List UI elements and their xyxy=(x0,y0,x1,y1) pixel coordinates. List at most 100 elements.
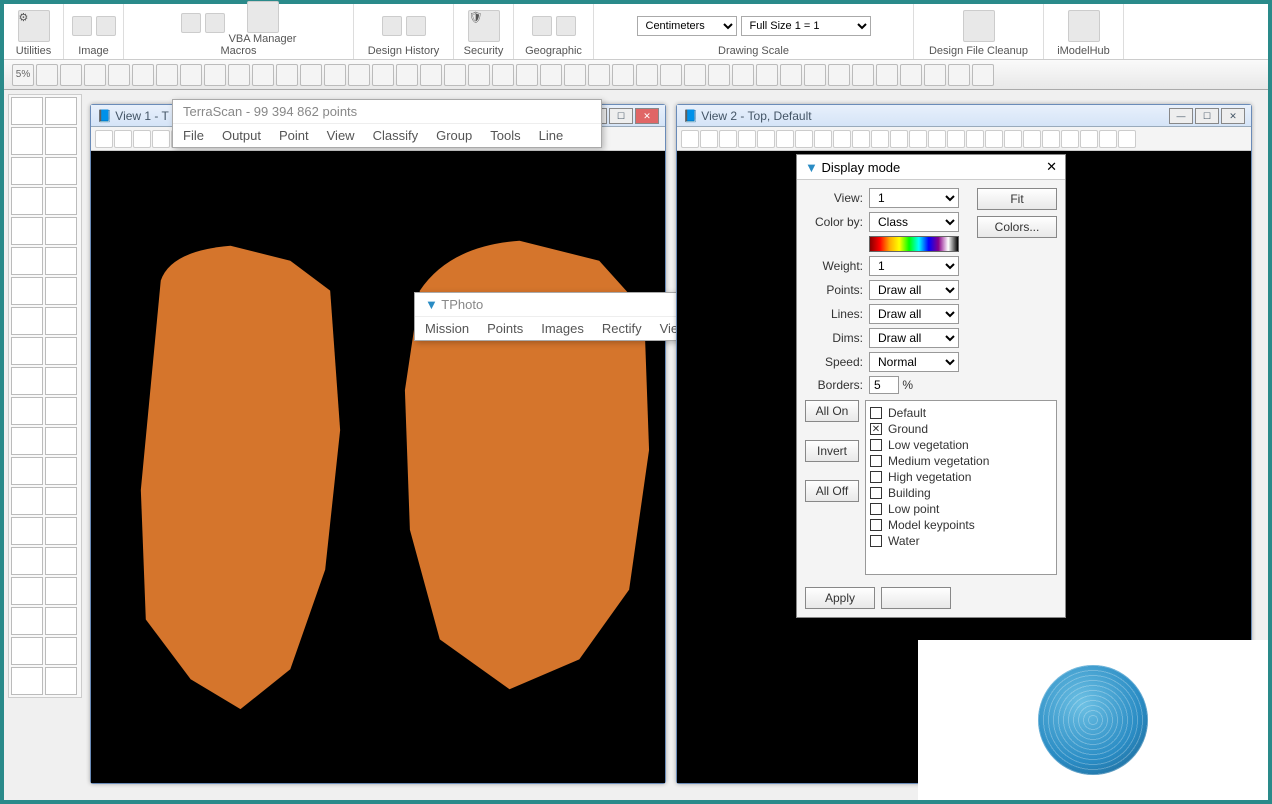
apply-button[interactable]: Apply xyxy=(805,587,875,609)
view-tool-icon[interactable] xyxy=(1080,130,1098,148)
tool-icon[interactable] xyxy=(828,64,850,86)
tool-icon[interactable] xyxy=(516,64,538,86)
weight-select[interactable]: 1 xyxy=(869,256,959,276)
dims-select[interactable]: Draw all xyxy=(869,328,959,348)
palette-tool-icon[interactable] xyxy=(11,577,43,605)
tool-icon[interactable] xyxy=(540,64,562,86)
geo-icon-2[interactable] xyxy=(556,16,576,36)
palette-tool-icon[interactable] xyxy=(45,397,77,425)
tool-icon[interactable] xyxy=(636,64,658,86)
view-tool-icon[interactable] xyxy=(1099,130,1117,148)
colorby-select[interactable]: Class xyxy=(869,212,959,232)
tool-icon[interactable] xyxy=(972,64,994,86)
image-icon[interactable] xyxy=(72,16,92,36)
unit-select[interactable]: Centimeters xyxy=(637,16,737,36)
tool-icon[interactable] xyxy=(684,64,706,86)
view-tool-icon[interactable] xyxy=(738,130,756,148)
view-tool-icon[interactable] xyxy=(114,130,132,148)
palette-tool-icon[interactable] xyxy=(11,517,43,545)
tool-icon[interactable] xyxy=(852,64,874,86)
tool-icon[interactable] xyxy=(708,64,730,86)
checkbox-icon[interactable] xyxy=(870,535,882,547)
palette-tool-icon[interactable] xyxy=(45,577,77,605)
palette-tool-icon[interactable] xyxy=(45,337,77,365)
close-icon[interactable]: ✕ xyxy=(1046,159,1057,175)
class-item[interactable]: Default xyxy=(870,405,1052,421)
view-tool-icon[interactable] xyxy=(814,130,832,148)
menu-line[interactable]: Line xyxy=(539,128,564,143)
view1-viewport[interactable]: for(let i=0;i<120;i++){let x=60+Math.ran… xyxy=(91,151,665,783)
tool-icon[interactable] xyxy=(396,64,418,86)
gear-icon[interactable]: ⚙ xyxy=(18,10,50,42)
tool-icon[interactable] xyxy=(492,64,514,86)
tool-icon[interactable]: 5% xyxy=(12,64,34,86)
view-tool-icon[interactable] xyxy=(133,130,151,148)
tool-icon[interactable] xyxy=(948,64,970,86)
view-tool-icon[interactable] xyxy=(152,130,170,148)
menu-points[interactable]: Points xyxy=(487,321,523,336)
menu-group[interactable]: Group xyxy=(436,128,472,143)
tool-icon[interactable] xyxy=(780,64,802,86)
secondary-button[interactable] xyxy=(881,587,951,609)
tool-icon[interactable] xyxy=(804,64,826,86)
palette-tool-icon[interactable] xyxy=(11,307,43,335)
palette-tool-icon[interactable] xyxy=(45,217,77,245)
menu-classify[interactable]: Classify xyxy=(373,128,419,143)
checkbox-icon[interactable] xyxy=(870,439,882,451)
palette-tool-icon[interactable] xyxy=(11,127,43,155)
tool-icon[interactable] xyxy=(588,64,610,86)
tool-icon[interactable] xyxy=(420,64,442,86)
tool-icon[interactable] xyxy=(564,64,586,86)
close-button[interactable]: ✕ xyxy=(1221,108,1245,124)
palette-tool-icon[interactable] xyxy=(11,217,43,245)
tool-icon[interactable] xyxy=(108,64,130,86)
menu-output[interactable]: Output xyxy=(222,128,261,143)
tool-icon[interactable] xyxy=(180,64,202,86)
palette-tool-icon[interactable] xyxy=(45,277,77,305)
tool-icon[interactable] xyxy=(324,64,346,86)
checkbox-icon[interactable] xyxy=(870,407,882,419)
fit-button[interactable]: Fit xyxy=(977,188,1057,210)
lines-select[interactable]: Draw all xyxy=(869,304,959,324)
palette-tool-icon[interactable] xyxy=(11,607,43,635)
vba-icon[interactable] xyxy=(247,1,279,33)
view-tool-icon[interactable] xyxy=(833,130,851,148)
view-tool-icon[interactable] xyxy=(776,130,794,148)
tool-icon[interactable] xyxy=(732,64,754,86)
tool-icon[interactable] xyxy=(156,64,178,86)
display-mode-dialog[interactable]: ▼ Display mode ✕ View:1 Color by:Class F… xyxy=(796,154,1066,618)
tool-icon[interactable] xyxy=(132,64,154,86)
checkbox-icon[interactable] xyxy=(870,487,882,499)
palette-tool-icon[interactable] xyxy=(45,667,77,695)
terrascan-window[interactable]: TerraScan - 99 394 862 points File Outpu… xyxy=(172,99,602,148)
view-tool-icon[interactable] xyxy=(966,130,984,148)
class-item[interactable]: Medium vegetation xyxy=(870,453,1052,469)
view-tool-icon[interactable] xyxy=(852,130,870,148)
points-select[interactable]: Draw all xyxy=(869,280,959,300)
invert-button[interactable]: Invert xyxy=(805,440,859,462)
view-tool-icon[interactable] xyxy=(890,130,908,148)
palette-tool-icon[interactable] xyxy=(45,187,77,215)
view-tool-icon[interactable] xyxy=(1023,130,1041,148)
view-tool-icon[interactable] xyxy=(871,130,889,148)
all-on-button[interactable]: All On xyxy=(805,400,859,422)
checkbox-icon[interactable] xyxy=(870,519,882,531)
menu-view[interactable]: View xyxy=(327,128,355,143)
menu-images[interactable]: Images xyxy=(541,321,584,336)
view-tool-icon[interactable] xyxy=(795,130,813,148)
menu-file[interactable]: File xyxy=(183,128,204,143)
palette-tool-icon[interactable] xyxy=(11,97,43,125)
view-tool-icon[interactable] xyxy=(947,130,965,148)
checkbox-icon[interactable] xyxy=(870,503,882,515)
view-tool-icon[interactable] xyxy=(909,130,927,148)
speed-select[interactable]: Normal xyxy=(869,352,959,372)
tool-icon[interactable] xyxy=(924,64,946,86)
palette-tool-icon[interactable] xyxy=(45,637,77,665)
close-button[interactable]: ✕ xyxy=(635,108,659,124)
palette-tool-icon[interactable] xyxy=(45,157,77,185)
palette-tool-icon[interactable] xyxy=(11,337,43,365)
checkbox-icon[interactable] xyxy=(870,471,882,483)
palette-tool-icon[interactable] xyxy=(11,427,43,455)
tool-icon[interactable] xyxy=(252,64,274,86)
view-tool-icon[interactable] xyxy=(985,130,1003,148)
